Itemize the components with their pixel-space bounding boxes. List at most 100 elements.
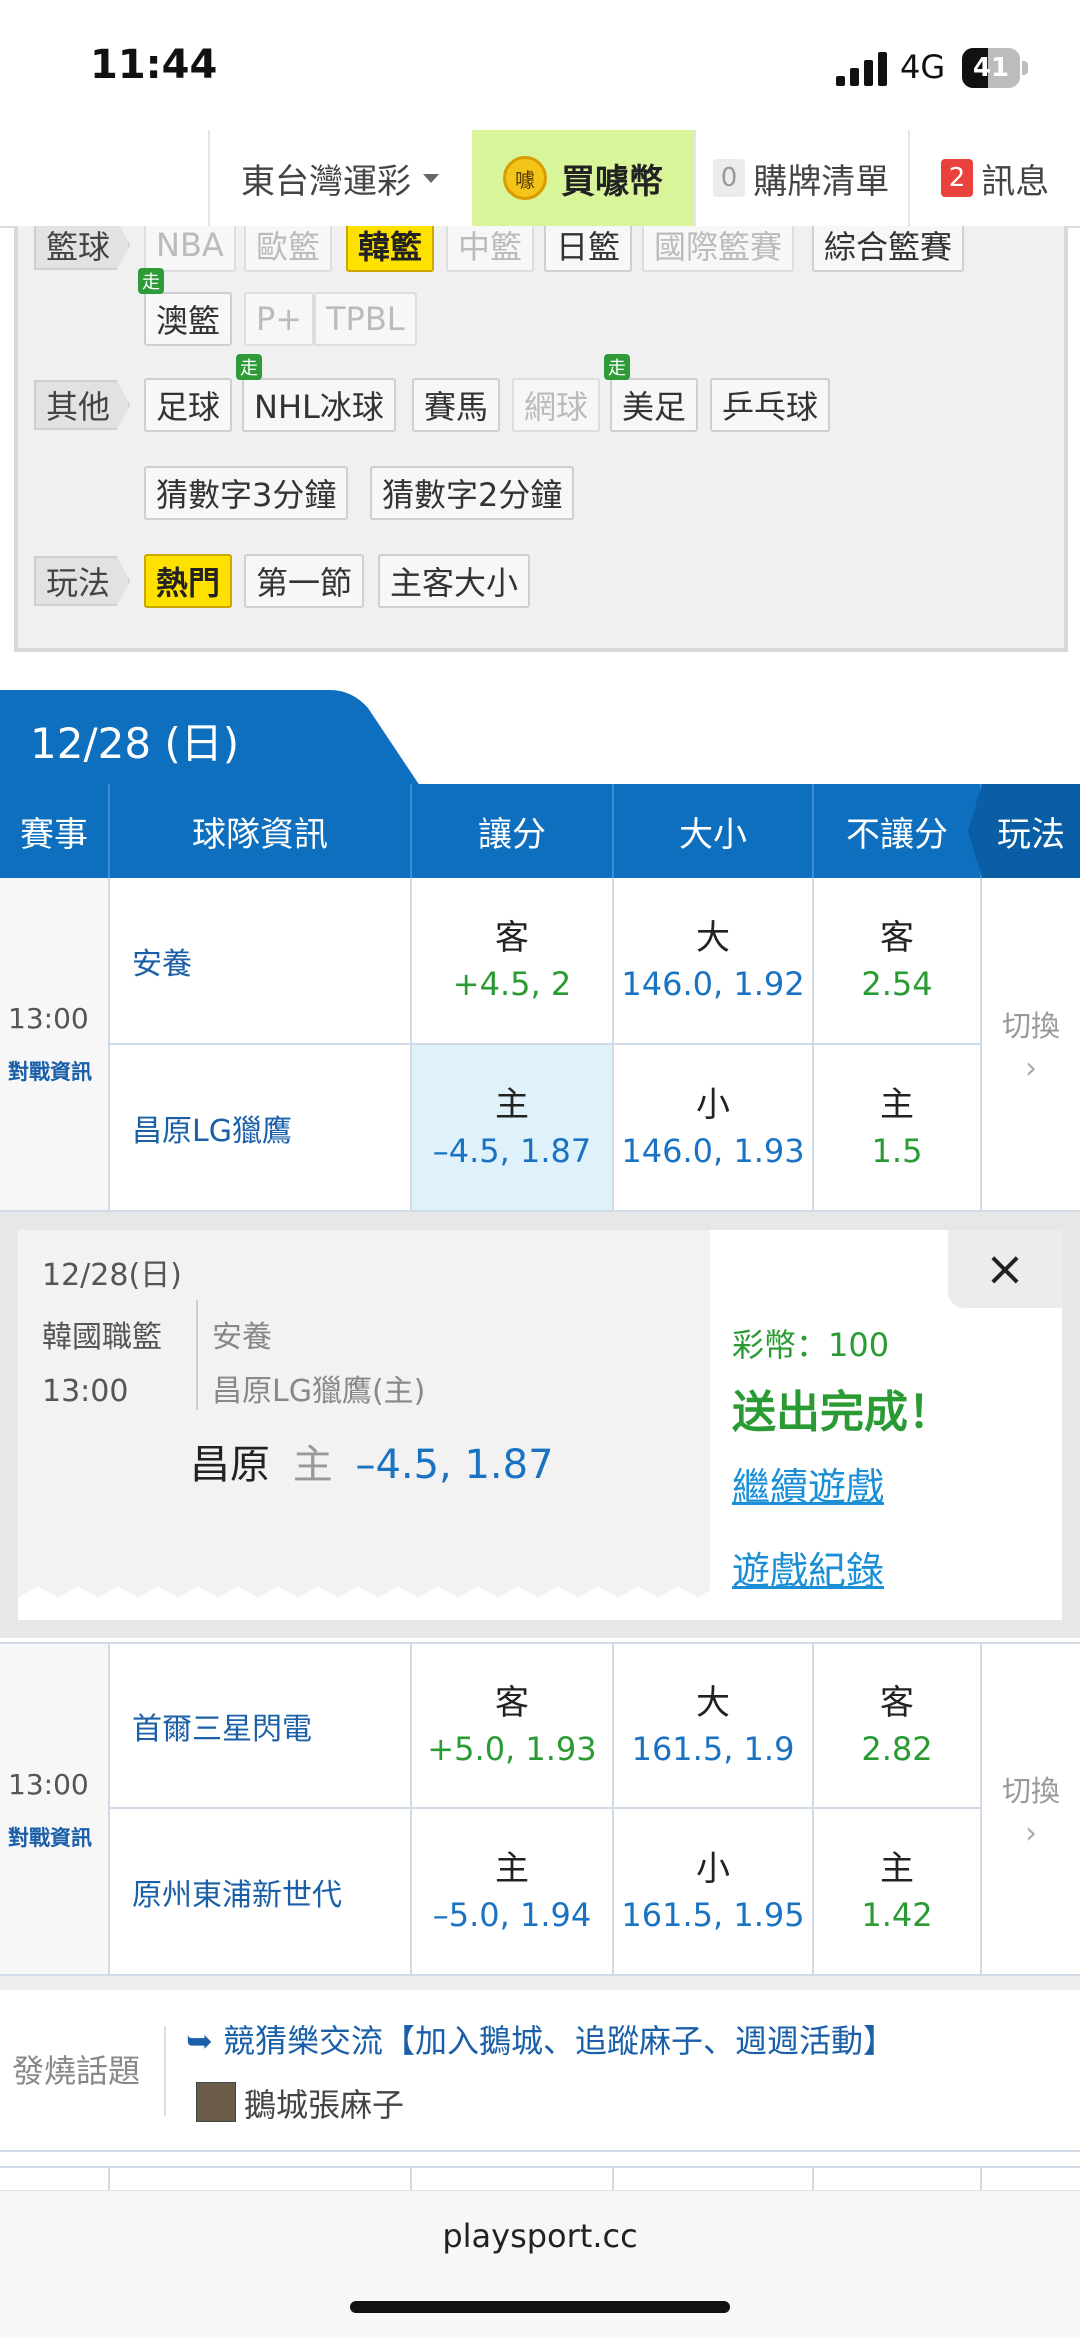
- league-chip-nfl[interactable]: 走 美足: [604, 354, 699, 432]
- ticket-card: 12/28(日) 韓國職籃 13:00 安養 昌原LG獵鷹(主) 昌原 主 –4…: [18, 1230, 710, 1620]
- filter-label-basketball: 籃球: [34, 226, 131, 270]
- odds-moneyline-home[interactable]: 主 1.42: [814, 1809, 982, 1976]
- team-home[interactable]: 原州東浦新世代: [110, 1809, 412, 1976]
- continue-game-link[interactable]: 繼續遊戲: [732, 1456, 884, 1511]
- league-chip-horse[interactable]: 賽馬: [412, 378, 501, 432]
- ticket-date: 12/28(日): [42, 1258, 182, 1293]
- odds-side: 主: [495, 1084, 529, 1125]
- live-badge: 走: [604, 354, 630, 380]
- close-icon[interactable]: ×: [948, 1230, 1062, 1308]
- league-chip-guess3[interactable]: 猜數字3分鐘: [144, 466, 349, 520]
- league-chip-pingpong[interactable]: 乒乓球: [710, 378, 831, 432]
- league-chip-tpbl[interactable]: TPBL: [314, 292, 417, 346]
- odds-side: 客: [880, 917, 914, 958]
- odds-side: 客: [880, 1682, 914, 1723]
- cart-button[interactable]: 0 購牌清單: [696, 130, 906, 226]
- league-chip-japan[interactable]: 日籃: [544, 226, 633, 272]
- league-chip-guess2[interactable]: 猜數字2分鐘: [370, 466, 575, 520]
- odds-moneyline-away[interactable]: 客 2.54: [814, 878, 982, 1045]
- league-chip-korea[interactable]: 韓籃: [346, 226, 435, 272]
- date-tab: 12/28 (日): [0, 690, 420, 786]
- game-history-link[interactable]: 遊戲紀錄: [732, 1540, 884, 1595]
- ticket-away-team: 安養: [212, 1320, 272, 1355]
- league-chip-tennis[interactable]: 網球: [512, 378, 601, 432]
- battery-icon: 41: [962, 48, 1028, 88]
- switch-play-button[interactable]: 切換 ›: [982, 878, 1080, 1212]
- odds-spread-home-selected[interactable]: 主 –4.5, 1.87: [412, 1045, 614, 1212]
- game-time-cell: 13:00 對戰資訊: [0, 1642, 110, 1976]
- battery-level: 41: [972, 53, 1010, 83]
- buy-coins-button[interactable]: 噱 買噱幣: [472, 130, 694, 226]
- ticket-home-team: 昌原LG獵鷹(主): [212, 1374, 426, 1409]
- top-nav: 東台灣運彩 噱 買噱幣 0 購牌清單 2 訊息: [0, 130, 1080, 228]
- league-chip-intl[interactable]: 國際籃賽: [642, 226, 795, 272]
- game-time: 13:00: [8, 1002, 89, 1035]
- play-chip-first-quarter[interactable]: 第一節: [244, 554, 365, 608]
- buy-coins-label: 買噱幣: [561, 161, 663, 202]
- odds-moneyline-home[interactable]: 主 1.5: [814, 1045, 982, 1212]
- switch-play-button[interactable]: 切換 ›: [982, 1642, 1080, 1976]
- home-indicator[interactable]: [350, 2301, 730, 2313]
- header-match: 賽事: [0, 784, 110, 878]
- odds-side: 主: [495, 1848, 529, 1889]
- status-bar: 11:44 4G 41: [0, 0, 1080, 130]
- hot-topic-label: 發燒話題: [12, 2052, 141, 2090]
- odds-spread-home[interactable]: 主 –5.0, 1.94: [412, 1809, 614, 1976]
- messages-button[interactable]: 2 訊息: [910, 130, 1080, 226]
- hot-topic-author[interactable]: 鵝城張麻子: [244, 2080, 404, 2126]
- switch-label: 切換: [1001, 1773, 1060, 1808]
- league-chip-euro[interactable]: 歐籃: [244, 226, 333, 272]
- odds-value: 146.0, 1.93: [621, 1131, 805, 1170]
- ticket-zigzag-edge: [18, 1586, 710, 1620]
- league-chip-soccer[interactable]: 足球: [144, 378, 233, 432]
- lottery-selector[interactable]: 東台灣運彩: [210, 130, 470, 226]
- ticket-coins: 彩幣：100: [732, 1326, 890, 1364]
- league-chip-mixed[interactable]: 綜合籃賽: [812, 226, 965, 272]
- ticket-pick-odds: –4.5, 1.87: [355, 1442, 554, 1488]
- hot-topic-title: 競猜樂交流【加入鵝城、追蹤麻子、週週活動】: [222, 2022, 895, 2060]
- live-badge: 走: [236, 354, 262, 380]
- share-arrow-icon: ➥: [186, 2022, 213, 2060]
- league-chip-australia[interactable]: 走 澳籃: [138, 268, 233, 346]
- hot-topic-link[interactable]: ➥ 競猜樂交流【加入鵝城、追蹤麻子、週週活動】: [186, 2016, 895, 2062]
- odds-total-over[interactable]: 大 146.0, 1.92: [614, 878, 814, 1045]
- browser-address-bar[interactable]: playsport.cc: [0, 2190, 1080, 2338]
- league-filter-panel: 籃球 NBA 歐籃 韓籃 中籃 日籃 國際籃賽 綜合籃賽 走 澳籃 P+ TPB…: [14, 226, 1068, 652]
- ticket-league: 韓國職籃: [42, 1320, 162, 1355]
- play-chip-hot[interactable]: 熱門: [144, 554, 233, 608]
- league-chip-china[interactable]: 中籃: [446, 226, 535, 272]
- odds-total-over[interactable]: 大 161.5, 1.9: [614, 1642, 814, 1809]
- matchup-info-link[interactable]: 對戰資訊: [8, 1056, 92, 1086]
- header-play[interactable]: 玩法: [968, 784, 1080, 878]
- odds-spread-away[interactable]: 客 +4.5, 2: [412, 878, 614, 1045]
- odds-spread-away[interactable]: 客 +5.0, 1.93: [412, 1642, 614, 1809]
- ticket-divider: [196, 1300, 198, 1410]
- league-chip-pplus[interactable]: P+: [244, 292, 315, 346]
- header-team: 球隊資訊: [110, 784, 412, 878]
- odds-side: 主: [880, 1848, 914, 1889]
- odds-total-under[interactable]: 小 146.0, 1.93: [614, 1045, 814, 1212]
- team-away[interactable]: 首爾三星閃電: [110, 1642, 412, 1809]
- status-time: 11:44: [90, 42, 218, 88]
- filter-label-play: 玩法: [34, 556, 131, 606]
- team-home[interactable]: 昌原LG獵鷹: [110, 1045, 412, 1212]
- cart-count-badge: 0: [712, 159, 746, 197]
- odds-moneyline-away[interactable]: 客 2.82: [814, 1642, 982, 1809]
- cart-label: 購牌清單: [753, 161, 890, 202]
- league-chip-nba[interactable]: NBA: [144, 226, 236, 272]
- header-moneyline: 不讓分: [814, 784, 982, 878]
- live-badge: 走: [138, 268, 164, 294]
- team-away[interactable]: 安養: [110, 878, 412, 1045]
- address-domain: playsport.cc: [442, 2217, 638, 2255]
- game-time: 13:00: [8, 1768, 89, 1801]
- hot-topic-row: 發燒話題 ➥ 競猜樂交流【加入鵝城、追蹤麻子、週週活動】 鵝城張麻子: [0, 1990, 1080, 2152]
- league-chip-nhl[interactable]: 走 NHL冰球: [236, 354, 396, 432]
- hot-topic-divider: [164, 2026, 166, 2116]
- league-chip-label: 美足: [622, 388, 687, 426]
- odds-side: 大: [696, 917, 730, 958]
- odds-total-under[interactable]: 小 161.5, 1.95: [614, 1809, 814, 1976]
- odds-side: 客: [495, 917, 529, 958]
- play-chip-home-total[interactable]: 主客大小: [378, 554, 531, 608]
- odds-value: 161.5, 1.95: [621, 1895, 805, 1934]
- matchup-info-link[interactable]: 對戰資訊: [8, 1822, 92, 1852]
